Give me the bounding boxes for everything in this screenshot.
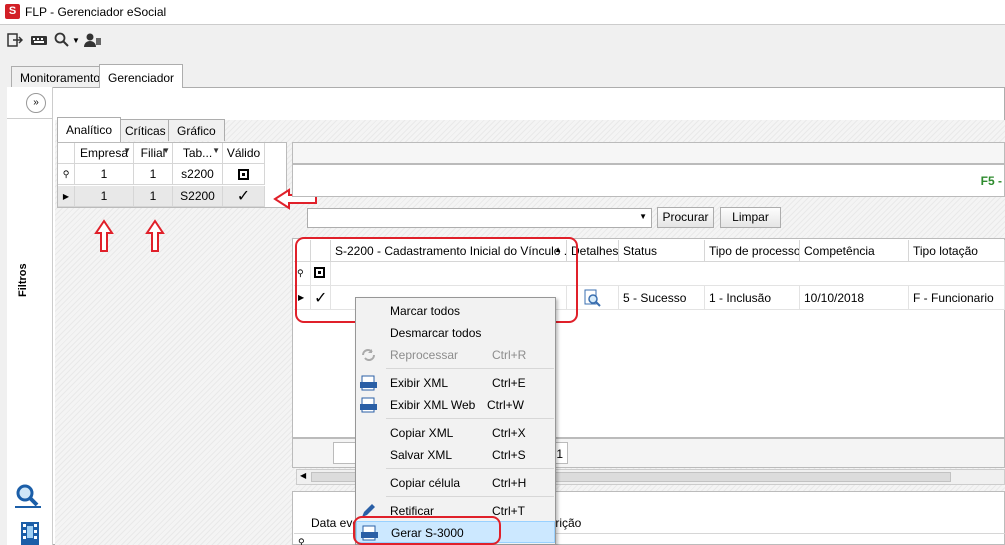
menu-item-copiar-xml[interactable]: Copiar XML Ctrl+X [356, 422, 555, 444]
valido-checkbox[interactable]: ✓ [223, 186, 265, 207]
magnifier-icon [15, 484, 41, 508]
col-header-filial[interactable]: Filial ▼ [134, 143, 173, 164]
menu-item-marcar-todos[interactable]: Marcar todos [356, 300, 555, 322]
col-header-tipo-lotacao[interactable]: Tipo lotação [909, 240, 1005, 262]
col-header-status[interactable]: Status [619, 240, 705, 262]
checkmark-icon: ✓ [236, 188, 251, 205]
menu-item-exibir-xml[interactable]: Exibir XML Ctrl+E [356, 372, 555, 394]
filter-icon[interactable]: ▼ [212, 146, 220, 155]
exit-button[interactable] [7, 30, 23, 50]
col-header-valido[interactable]: Válido [223, 143, 265, 164]
table-cell[interactable]: 1 [75, 164, 134, 185]
table-cell[interactable]: 5 - Sucesso [619, 286, 705, 310]
chevron-down-icon: ▼ [72, 35, 80, 45]
user-button[interactable] [84, 30, 102, 50]
menu-separator [386, 368, 554, 369]
tab-criticas[interactable]: Críticas [116, 119, 175, 141]
menu-item-exibir-xml-web[interactable]: Exibir XML Web Ctrl+W [356, 394, 555, 416]
reprocess-icon [362, 349, 375, 361]
table-cell[interactable]: 1 - Inclusão [705, 286, 800, 310]
col-header-empresa[interactable]: Empresa ▼ [75, 143, 134, 164]
filtros-search-button[interactable] [14, 483, 44, 511]
col-header-descricao[interactable]: trição [552, 516, 581, 530]
keyboard-button[interactable] [30, 30, 48, 50]
menu-item-copiar-celula[interactable]: Copiar célula Ctrl+H [356, 472, 555, 494]
table-cell[interactable]: 1 [134, 186, 173, 207]
table-cell[interactable]: 10/10/2018 [800, 286, 909, 310]
scroll-left-icon[interactable]: ◀ [300, 471, 306, 480]
status-pane: F5 - [292, 164, 1005, 197]
procurar-button[interactable]: Procurar [657, 207, 714, 228]
limpar-button[interactable]: Limpar [720, 207, 781, 228]
menu-separator [386, 496, 554, 497]
menu-item-salvar-xml[interactable]: Salvar XML Ctrl+S [356, 444, 555, 466]
row-pointer-icon: ▶ [58, 186, 75, 207]
page-number[interactable]: 1 [556, 447, 563, 461]
col-header-data-evento[interactable]: Data eve [311, 516, 359, 530]
table-cell[interactable]: s2200 [173, 164, 223, 185]
tab-grafico[interactable]: Gráfico [168, 119, 225, 141]
menu-item-reprocessar[interactable]: Reprocessar Ctrl+R [356, 344, 555, 366]
table-cell[interactable]: S2200 [173, 186, 223, 207]
filter-row-icon: ⚲ [298, 537, 305, 545]
app-logo-icon: S [5, 4, 20, 19]
col-header-tabela[interactable]: Tab... ▼ [173, 143, 223, 164]
window-title: FLP - Gerenciador eSocial [25, 5, 167, 19]
tab-analitico[interactable]: Analítico [57, 117, 122, 142]
context-menu: Marcar todos Desmarcar todos Reprocessar… [355, 297, 556, 545]
tab-gerenciador[interactable]: Gerenciador [99, 64, 184, 88]
tab-monitoramento[interactable]: Monitoramento [11, 66, 110, 88]
empresa-grid: Empresa ▼ Filial ▼ Tab... ▼ Válido ⚲ 1 1 s2… [57, 142, 287, 208]
table-cell[interactable]: 1 [75, 186, 134, 207]
valido-checkbox[interactable] [223, 164, 265, 185]
filtros-panel [7, 87, 53, 545]
annotation-arrow-up-empresa [94, 219, 114, 252]
right-header-strip [292, 142, 1005, 164]
menu-separator [386, 418, 554, 419]
title-bar: S FLP - Gerenciador eSocial [0, 0, 1005, 25]
menu-separator [386, 468, 554, 469]
filter-icon[interactable]: ▼ [162, 146, 170, 155]
filtros-divider [7, 118, 53, 119]
filter-row-icon: ⚲ [58, 164, 75, 185]
xml-web-icon [360, 397, 377, 413]
xml-icon [360, 375, 377, 391]
exit-icon [7, 33, 23, 47]
toolbar: ▼ [0, 26, 1005, 54]
col-header-tipo-processo[interactable]: Tipo de processo [705, 240, 800, 262]
expand-filtros-button[interactable]: » [26, 93, 46, 113]
table-cell[interactable]: 1 [134, 164, 173, 185]
annotation-arrow-up-filial [145, 219, 165, 252]
filtros-label[interactable]: Filtros [17, 263, 29, 297]
search-select[interactable]: ▼ [307, 208, 652, 228]
col-header-competencia[interactable]: Competência [800, 240, 909, 262]
user-icon [84, 33, 101, 47]
filtros-film-button[interactable] [19, 520, 43, 545]
annotation-box-gerar [353, 516, 501, 545]
search-icon [54, 32, 69, 47]
f5-status-text: F5 - [980, 174, 1002, 188]
keyboard-icon [31, 36, 47, 45]
filter-icon[interactable]: ▼ [123, 146, 131, 155]
search-dropdown-button[interactable]: ▼ [54, 30, 80, 50]
grid-corner [58, 143, 75, 164]
menu-item-desmarcar-todos[interactable]: Desmarcar todos [356, 322, 555, 344]
chevron-down-icon: ▼ [639, 212, 647, 221]
double-chevron-right-icon: » [33, 97, 39, 108]
film-icon [21, 522, 39, 545]
document-search-icon [584, 289, 601, 307]
square-checkbox-icon [238, 168, 249, 180]
table-cell[interactable]: F - Funcionario [909, 286, 1005, 310]
